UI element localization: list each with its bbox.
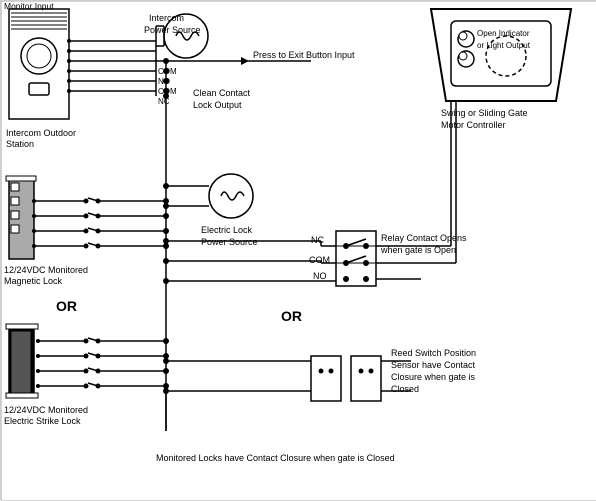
intercom-power-label: Intercom <box>149 13 184 23</box>
press-exit-label: Press to Exit Button Input <box>253 50 355 60</box>
magnetic-lock-label2: Magnetic Lock <box>4 276 63 286</box>
wiring-diagram: Intercom Outdoor Station Monitor Input I… <box>0 0 596 500</box>
relay-label: Relay Contact Opens <box>381 233 467 243</box>
reed-switch-label3: Closure when gate is <box>391 372 476 382</box>
or2-label: OR <box>281 308 302 324</box>
clean-contact-label: Clean Contact <box>193 88 251 98</box>
or1-label: OR <box>56 298 77 314</box>
nc-label1: NC <box>158 97 170 106</box>
reed-switch-label2: Sensor have Contact <box>391 360 476 370</box>
open-indicator-label: Open Indicator <box>477 29 530 38</box>
intercom-power-label2: Power Source <box>144 25 201 35</box>
electric-lock-power-label2: Power Source <box>201 237 258 247</box>
electric-lock-power-label: Electric Lock <box>201 225 253 235</box>
open-indicator-label2: or Light Output <box>477 41 531 50</box>
no-label2: NO <box>313 271 327 281</box>
nc-label2: NC <box>311 235 324 245</box>
swing-gate-label: Swing or Sliding Gate <box>441 108 528 118</box>
monitored-locks-label: Monitored Locks have Contact Closure whe… <box>156 453 395 463</box>
clean-contact-label2: Lock Output <box>193 100 242 110</box>
monitor-input-text: Monitor Input <box>4 1 54 11</box>
reed-switch-label: Reed Switch Position <box>391 348 476 358</box>
electric-strike-label: 12/24VDC Monitored <box>4 405 88 415</box>
intercom-outdoor-label: Intercom Outdoor <box>6 128 76 138</box>
intercom-outdoor-label2: Station <box>6 139 34 149</box>
reed-switch-label4: Closed <box>391 384 419 394</box>
electric-strike-label2: Electric Strike Lock <box>4 416 81 426</box>
magnetic-lock-label: 12/24VDC Monitored <box>4 265 88 275</box>
